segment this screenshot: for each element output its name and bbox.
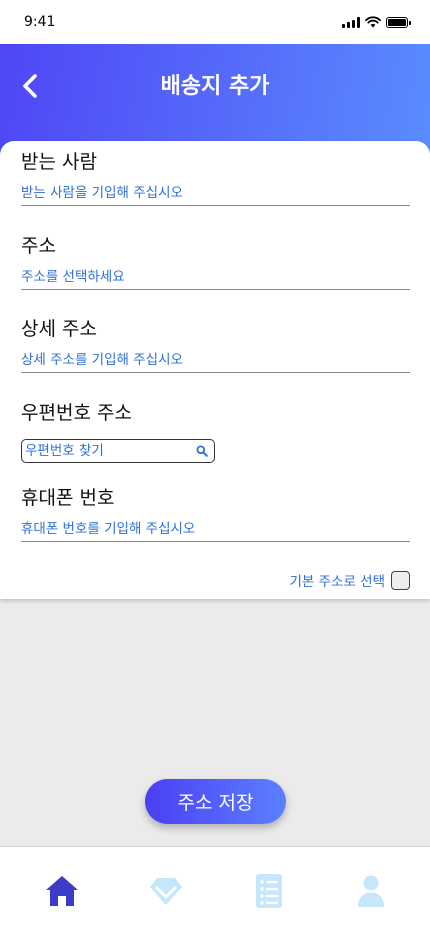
gem-icon (150, 878, 182, 905)
nav-item-list[interactable] (245, 867, 293, 915)
status-icons (342, 16, 411, 28)
nav-item-profile[interactable] (347, 867, 395, 915)
address-field-group: 주소 (21, 234, 410, 290)
signal-icon (342, 16, 360, 28)
default-address-option[interactable]: 기본 주소로 선택 (289, 570, 410, 590)
detail-address-input[interactable] (21, 351, 410, 373)
list-icon (256, 874, 282, 908)
wifi-icon (365, 16, 381, 28)
address-label: 주소 (21, 235, 56, 257)
zip-code-field-group: 우편번호 주소 (21, 401, 410, 463)
recipient-field-group: 받는 사람 (21, 150, 410, 206)
status-time: 9:41 (24, 14, 56, 30)
zip-code-search-box[interactable] (21, 439, 215, 463)
phone-label: 휴대폰 번호 (21, 487, 115, 509)
user-icon (358, 875, 384, 907)
battery-icon (386, 16, 411, 28)
status-bar: 9:41 (0, 0, 430, 44)
recipient-label: 받는 사람 (21, 151, 97, 173)
detail-address-field-group: 상세 주소 (21, 317, 410, 373)
save-address-button[interactable]: 주소 저장 (145, 779, 286, 824)
recipient-input[interactable] (21, 184, 410, 206)
phone-field-group: 휴대폰 번호 (21, 486, 410, 542)
address-input[interactable] (21, 268, 410, 290)
page-title: 배송지 추가 (160, 74, 270, 99)
default-address-label: 기본 주소로 선택 (289, 574, 385, 590)
phone-input[interactable] (21, 520, 410, 542)
detail-address-label: 상세 주소 (21, 318, 97, 340)
address-form: 받는 사람 주소 상세 주소 우편번호 주소 휴대폰 번호 기본 주소로 선택 (0, 141, 430, 599)
search-icon[interactable] (196, 445, 208, 457)
bottom-nav (0, 846, 430, 932)
default-address-checkbox[interactable] (391, 570, 410, 590)
nav-item-home[interactable] (38, 867, 86, 915)
nav-item-gem[interactable] (142, 867, 190, 915)
zip-code-search-input[interactable] (25, 443, 185, 459)
zip-code-label: 우편번호 주소 (21, 402, 132, 424)
home-icon (46, 876, 78, 906)
